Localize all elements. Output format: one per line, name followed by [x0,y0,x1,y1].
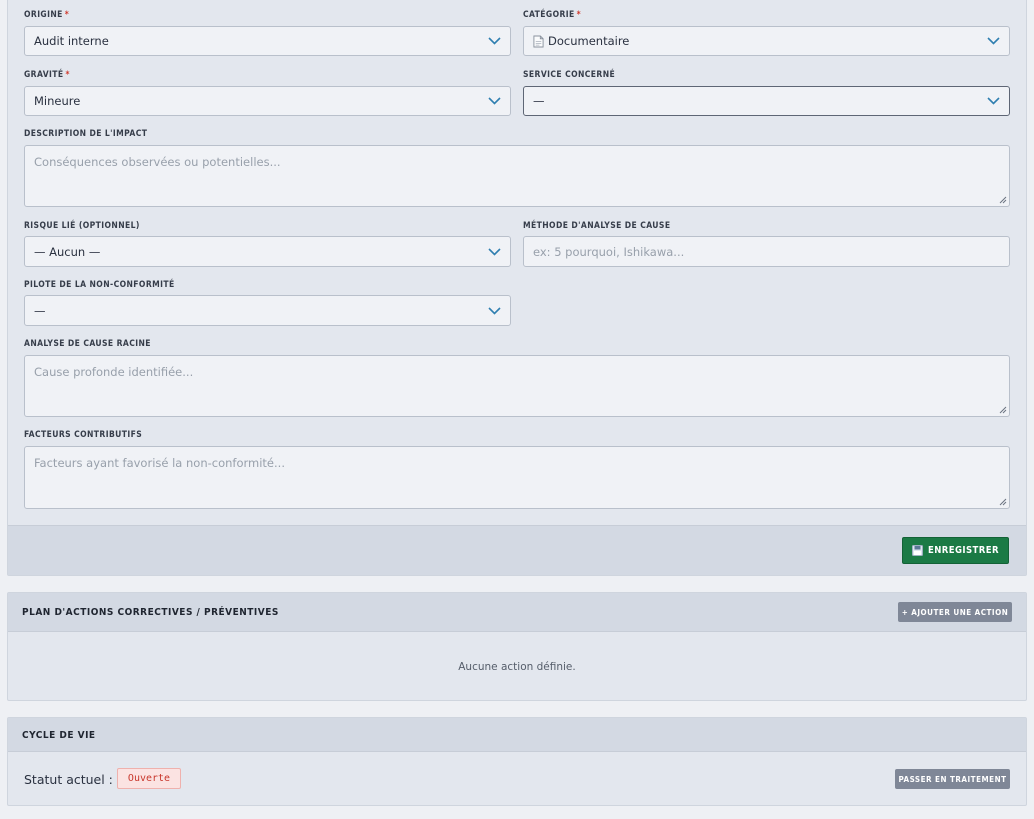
resize-handle-icon[interactable] [998,497,1007,506]
gravite-value: Mineure [34,94,81,108]
impact-label: DESCRIPTION DE L'IMPACT [24,129,148,139]
add-action-button[interactable]: + AJOUTER UNE ACTION [898,602,1012,622]
lifecycle-panel-title: CYCLE DE VIE [22,730,96,741]
chevron-down-icon [987,97,1000,105]
save-button[interactable]: ENREGISTRER [902,537,1009,564]
methode-input[interactable]: ex: 5 pourquoi, Ishikawa... [523,236,1010,267]
methode-placeholder: ex: 5 pourquoi, Ishikawa... [533,244,685,259]
pilote-select[interactable]: — [24,295,511,326]
actions-panel-title: PLAN D'ACTIONS CORRECTIVES / PRÉVENTIVES [22,607,279,618]
lifecycle-panel: CYCLE DE VIE Statut actuel : Ouverte PAS… [7,717,1027,806]
categorie-label: CATÉGORIE * [523,10,582,20]
impact-placeholder: Conséquences observées ou potentielles..… [34,155,281,169]
gravite-select[interactable]: Mineure [24,86,511,116]
actions-panel-header: PLAN D'ACTIONS CORRECTIVES / PRÉVENTIVES… [8,593,1026,632]
methode-label: MÉTHODE D'ANALYSE DE CAUSE [523,221,671,231]
corrective-actions-panel: PLAN D'ACTIONS CORRECTIVES / PRÉVENTIVES… [7,592,1027,701]
chevron-down-icon [488,37,501,45]
origine-select[interactable]: Audit interne [24,26,511,56]
service-select[interactable]: — [523,86,1010,116]
required-mark: * [65,70,70,80]
pilote-label: PILOTE DE LA NON-CONFORMITÉ [24,280,175,290]
floppy-disk-icon [912,545,923,556]
status-badge: Ouverte [117,768,181,789]
cause-racine-textarea[interactable]: Cause profonde identifiée... [24,355,1010,417]
facteurs-placeholder: Facteurs ayant favorisé la non-conformit… [34,456,285,470]
non-conformity-form-panel: ORIGINE * Audit interne CATÉGORIE * Docume… [7,0,1027,576]
origine-value: Audit interne [34,34,109,48]
categorie-select[interactable]: Documentaire [523,26,1010,56]
cause-racine-placeholder: Cause profonde identifiée... [34,365,194,379]
status-label: Statut actuel : [24,772,113,787]
save-button-label: ENREGISTRER [928,545,999,556]
categorie-value: Documentaire [548,34,630,48]
chevron-down-icon [488,247,501,256]
chevron-down-icon [488,97,501,105]
resize-handle-icon[interactable] [998,195,1007,204]
risque-value: — Aucun — [34,244,101,259]
chevron-down-icon [488,306,501,315]
required-mark: * [64,10,70,20]
required-mark: * [576,10,582,20]
impact-textarea[interactable]: Conséquences observées ou potentielles..… [24,145,1010,207]
empty-actions-message: Aucune action définie. [458,661,576,673]
chevron-down-icon [987,37,1000,45]
facteurs-label: FACTEURS CONTRIBUTIFS [24,430,143,440]
form-body: ORIGINE * Audit interne CATÉGORIE * Docume… [8,0,1026,525]
facteurs-textarea[interactable]: Facteurs ayant favorisé la non-conformit… [24,446,1010,509]
resize-handle-icon[interactable] [998,405,1007,414]
start-processing-button[interactable]: PASSER EN TRAITEMENT [895,769,1010,789]
cause-racine-label: ANALYSE DE CAUSE RACINE [24,339,151,349]
lifecycle-panel-header: CYCLE DE VIE [8,718,1026,752]
origine-label: ORIGINE * [24,10,70,20]
pilote-value: — [34,303,46,318]
service-value: — [533,94,545,108]
risque-label: RISQUE LIÉ (OPTIONNEL) [24,221,140,231]
gravite-label: GRAVITÉ * [24,70,70,80]
document-icon [533,35,544,47]
service-label: SERVICE CONCERNÉ [523,70,616,80]
form-footer: ENREGISTRER [8,525,1026,575]
risque-select[interactable]: — Aucun — [24,236,511,267]
